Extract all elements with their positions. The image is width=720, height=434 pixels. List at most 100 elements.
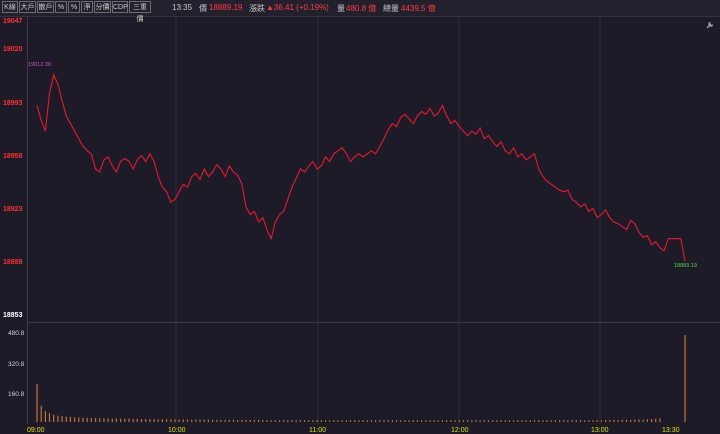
volume-bar (274, 420, 276, 422)
volume-bar (253, 420, 255, 422)
volume-bar (605, 420, 607, 422)
volume-bar (429, 420, 431, 422)
volume-bar (600, 420, 602, 422)
volume-bar (613, 420, 615, 422)
volume-bar (195, 419, 197, 422)
volume-bar (44, 411, 46, 422)
volume-bar (333, 420, 335, 422)
volume-bar (186, 419, 189, 422)
volume-bar (642, 419, 644, 422)
volume-bar (571, 420, 573, 422)
volume-bar (621, 419, 623, 422)
volume-bar (421, 420, 423, 422)
volume-bar (684, 335, 686, 422)
volume-bar (220, 419, 222, 422)
volume-bar (375, 420, 377, 422)
volume-bar (408, 420, 410, 422)
volume-bar (241, 420, 243, 422)
volume-bar (191, 419, 193, 422)
volume-bar (304, 420, 306, 422)
volume-bar (467, 420, 469, 422)
volume-bar (74, 417, 76, 422)
volume-bar (140, 418, 143, 422)
volume-bar (153, 419, 155, 422)
volume-bar (529, 420, 531, 422)
volume-bar (94, 418, 97, 422)
volume-bar (145, 419, 147, 422)
volume-bar (132, 418, 134, 422)
volume-bar (404, 420, 406, 422)
volume-bar (525, 420, 527, 422)
volume-bar (61, 416, 63, 422)
volume-bar (216, 419, 218, 422)
volume-bar (634, 419, 636, 422)
volume-bar (312, 420, 314, 422)
volume-bar (237, 420, 239, 422)
volume-bar (291, 420, 293, 422)
volume-bar (212, 419, 214, 422)
volume-bar (111, 418, 113, 422)
volume-bar (550, 420, 552, 422)
volume-bar (40, 405, 42, 422)
volume-bar (651, 419, 653, 422)
volume-bar (65, 416, 67, 422)
volume-bar (36, 384, 38, 422)
volume-bar (362, 420, 364, 422)
volume-bar (157, 419, 159, 422)
volume-bar (266, 420, 268, 422)
volume-bar (224, 419, 226, 422)
volume-bar (588, 420, 590, 422)
volume-bar (366, 420, 368, 422)
volume-bar (563, 420, 565, 422)
volume-bar (324, 420, 327, 422)
volume-bar (625, 419, 628, 422)
volume-bar (182, 419, 184, 422)
volume-bar (646, 419, 648, 422)
volume-bar (199, 419, 201, 422)
volume-bar (128, 418, 130, 422)
volume-bar (78, 417, 80, 422)
volume-bar (483, 420, 485, 422)
volume-bar (320, 420, 322, 422)
volume-bar (475, 420, 477, 422)
volume-bar (283, 420, 285, 422)
volume-bar (53, 414, 55, 422)
volume-bar (638, 419, 640, 422)
volume-bar (258, 420, 260, 422)
volume-bar (48, 413, 51, 422)
volume-bar (387, 420, 389, 422)
volume-bar (400, 420, 402, 422)
volume-bar (462, 420, 464, 422)
intraday-chart (36, 18, 686, 424)
volume-bar (567, 420, 569, 422)
volume-bar (358, 420, 360, 422)
volume-bar (170, 419, 172, 422)
volume-bar (538, 420, 540, 422)
volume-bar (592, 420, 594, 422)
volume-bar (270, 420, 272, 422)
volume-bar (345, 420, 347, 422)
volume-bar (521, 420, 523, 422)
volume-bar (630, 419, 632, 422)
volume-bar (379, 420, 381, 422)
volume-bar (90, 418, 92, 422)
volume-bar (542, 420, 544, 422)
volume-bar (295, 420, 297, 422)
volume-bar (584, 420, 586, 422)
volume-bar (278, 420, 281, 422)
volume-bar (69, 416, 71, 422)
volume-bar (124, 418, 126, 422)
volume-bar (228, 419, 230, 422)
volume-bar (341, 420, 343, 422)
volume-bar (299, 420, 301, 422)
volume-bar (554, 420, 556, 422)
volume-bar (249, 420, 251, 422)
volume-bar (178, 419, 180, 422)
volume-bar (504, 420, 506, 422)
volume-bar (391, 420, 393, 422)
volume-bar (232, 419, 235, 422)
volume-bar (395, 420, 398, 422)
volume-bar (659, 418, 661, 422)
volume-bar (533, 420, 536, 422)
volume-bar (86, 417, 88, 422)
